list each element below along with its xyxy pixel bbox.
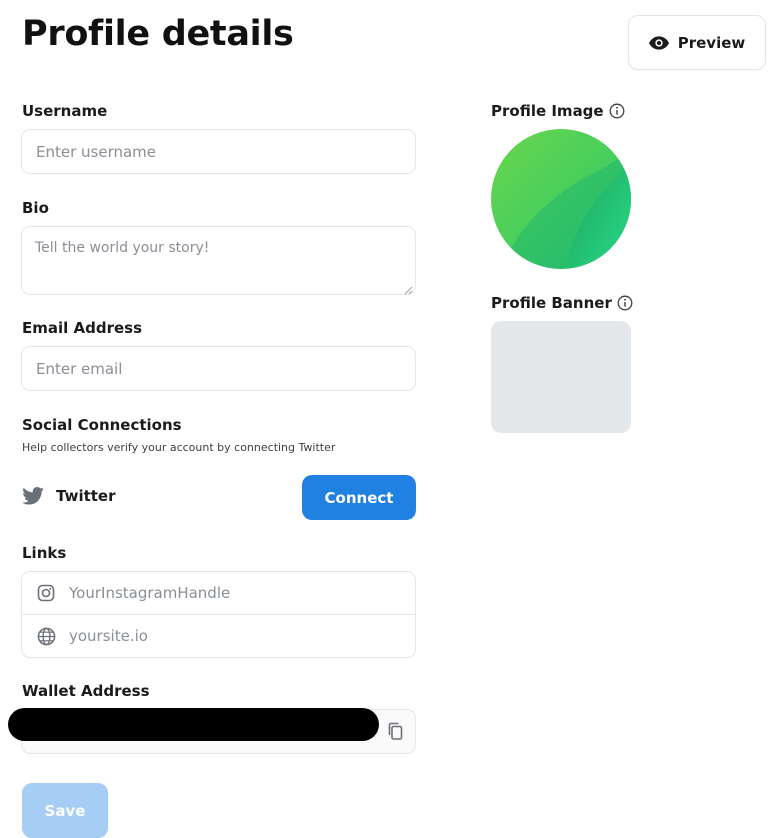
- twitter-row: Twitter: [22, 487, 116, 505]
- globe-icon: [36, 626, 56, 646]
- social-connections-help: Help collectors verify your account by c…: [22, 441, 336, 454]
- website-link-input[interactable]: yoursite.io: [22, 614, 415, 657]
- resize-handle-icon[interactable]: [404, 283, 413, 295]
- email-placeholder: Enter email: [36, 359, 123, 378]
- username-label: Username: [22, 102, 108, 120]
- save-button[interactable]: Save: [22, 783, 108, 838]
- profile-image-avatar[interactable]: [491, 129, 631, 269]
- bio-textarea[interactable]: Tell the world your story!: [21, 226, 416, 295]
- profile-banner-label: Profile Banner: [491, 294, 612, 312]
- instagram-placeholder: YourInstagramHandle: [69, 584, 231, 602]
- profile-banner-heading: Profile Banner: [491, 294, 633, 312]
- username-placeholder: Enter username: [36, 142, 157, 161]
- copy-icon[interactable]: [387, 722, 404, 741]
- profile-image-heading: Profile Image: [491, 102, 625, 120]
- preview-label: Preview: [677, 33, 746, 52]
- instagram-link-input[interactable]: YourInstagramHandle: [22, 572, 415, 614]
- twitter-label: Twitter: [56, 487, 116, 505]
- website-placeholder: yoursite.io: [69, 627, 148, 645]
- eye-icon: [648, 35, 669, 50]
- info-icon[interactable]: [609, 103, 625, 119]
- bio-label: Bio: [22, 199, 49, 217]
- profile-image-label: Profile Image: [491, 102, 604, 120]
- instagram-icon: [36, 583, 56, 603]
- info-icon[interactable]: [617, 295, 633, 311]
- social-connections-label: Social Connections: [22, 416, 182, 434]
- email-label: Email Address: [22, 319, 143, 337]
- bio-placeholder: Tell the world your story!: [35, 240, 210, 256]
- wallet-address-redaction: [8, 708, 379, 741]
- links-label: Links: [22, 544, 67, 562]
- email-input[interactable]: Enter email: [21, 346, 416, 391]
- connect-twitter-button[interactable]: Connect: [302, 475, 416, 520]
- links-group: YourInstagramHandle yoursite.io: [21, 571, 416, 658]
- page-title: Profile details: [22, 14, 294, 54]
- wallet-address-label: Wallet Address: [22, 682, 150, 700]
- preview-button[interactable]: Preview: [628, 15, 766, 70]
- twitter-icon: [22, 487, 44, 505]
- profile-banner-upload[interactable]: [491, 321, 631, 433]
- username-input[interactable]: Enter username: [21, 129, 416, 174]
